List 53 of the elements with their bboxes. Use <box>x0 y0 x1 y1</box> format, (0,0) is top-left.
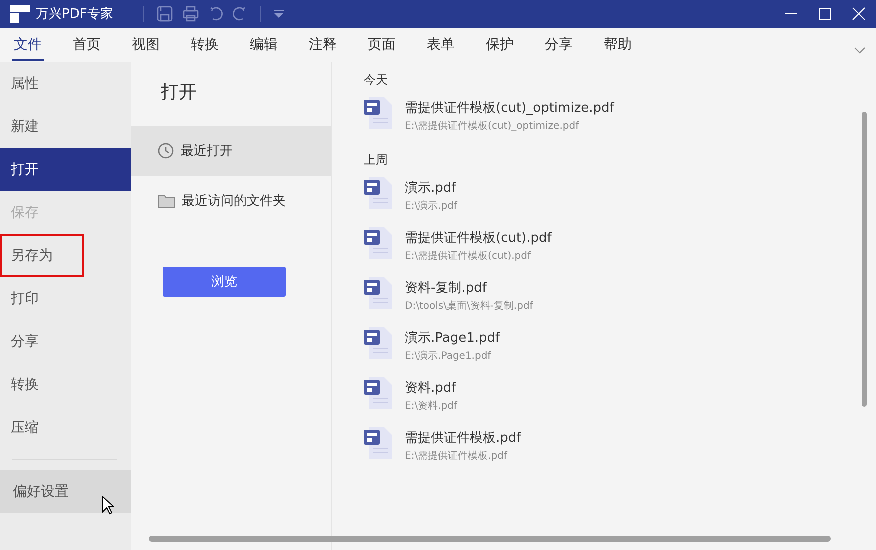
file-name[interactable]: 演示.pdf <box>405 179 458 197</box>
menu-tab[interactable]: 页面 <box>366 30 398 60</box>
file-path: E:\演示.pdf <box>405 200 458 213</box>
menu-tab[interactable]: 表单 <box>425 30 457 60</box>
source-item[interactable]: 最近访问的文件夹 <box>131 176 331 226</box>
app-logo-icon <box>10 5 30 23</box>
sidebar-item[interactable]: 另存为 <box>0 234 84 277</box>
date-heading: 今天 <box>364 72 389 86</box>
file-name[interactable]: 演示.Page1.pdf <box>405 329 500 347</box>
clock-icon <box>158 143 174 159</box>
file-name[interactable]: 资料.pdf <box>405 379 458 397</box>
menu-tab[interactable]: 编辑 <box>248 30 280 60</box>
browse-button[interactable]: 浏览 <box>163 267 286 297</box>
menu-tab[interactable]: 注释 <box>307 30 339 60</box>
file-name[interactable]: 需提供证件模板.pdf <box>405 429 522 447</box>
panel-title: 打开 <box>160 81 198 105</box>
sidebar-item[interactable]: 转换 <box>0 363 131 406</box>
dropdown-icon[interactable] <box>273 8 286 20</box>
file-path: E:\需提供证件模板(cut)_optimize.pdf <box>405 120 580 133</box>
file-path: E:\演示.Page1.pdf <box>405 350 492 363</box>
sidebar-item[interactable]: 压缩 <box>0 406 131 449</box>
file-name[interactable]: 需提供证件模板(cut).pdf <box>405 229 552 247</box>
undo-icon[interactable] <box>208 5 224 23</box>
menu-tab[interactable]: 帮助 <box>602 30 634 60</box>
source-item[interactable]: 最近打开 <box>131 126 331 176</box>
menu-tab[interactable]: 视图 <box>130 30 162 60</box>
menu-tab[interactable]: 分享 <box>543 30 575 60</box>
sidebar-item[interactable]: 新建 <box>0 105 131 148</box>
file-path: D:\tools\桌面\资料-复制.pdf <box>405 300 534 313</box>
maximize-icon[interactable] <box>818 7 832 21</box>
sidebar-item[interactable]: 打印 <box>0 277 131 320</box>
window-title: 万兴PDF专家 <box>36 6 114 23</box>
file-path: E:\需提供证件模板.pdf <box>405 450 509 463</box>
sidebar-item[interactable]: 打开 <box>0 148 131 191</box>
chevron-down-icon[interactable] <box>854 47 866 55</box>
close-icon[interactable] <box>852 7 866 21</box>
print-icon[interactable] <box>182 5 200 23</box>
menu-tab[interactable]: 首页 <box>71 30 103 60</box>
sidebar-item[interactable]: 属性 <box>0 62 131 105</box>
file-name[interactable]: 需提供证件模板(cut)_optimize.pdf <box>405 99 614 117</box>
date-heading: 上周 <box>364 152 389 166</box>
preferences-item[interactable]: 偏好设置 <box>0 470 131 513</box>
sidebar-item[interactable]: 分享 <box>0 320 131 363</box>
mouse-cursor-icon <box>102 496 114 515</box>
folder-icon <box>158 194 175 208</box>
save-icon[interactable] <box>156 5 174 23</box>
file-path: E:\资料.pdf <box>405 400 458 413</box>
horizontal-scrollbar[interactable] <box>149 536 831 542</box>
menu-tab[interactable]: 保护 <box>484 30 516 60</box>
file-name[interactable]: 资料-复制.pdf <box>405 279 534 297</box>
vertical-scrollbar[interactable] <box>862 112 867 407</box>
menu-tab[interactable]: 转换 <box>189 30 221 60</box>
file-path: E:\需提供证件模板(cut).pdf <box>405 250 532 263</box>
